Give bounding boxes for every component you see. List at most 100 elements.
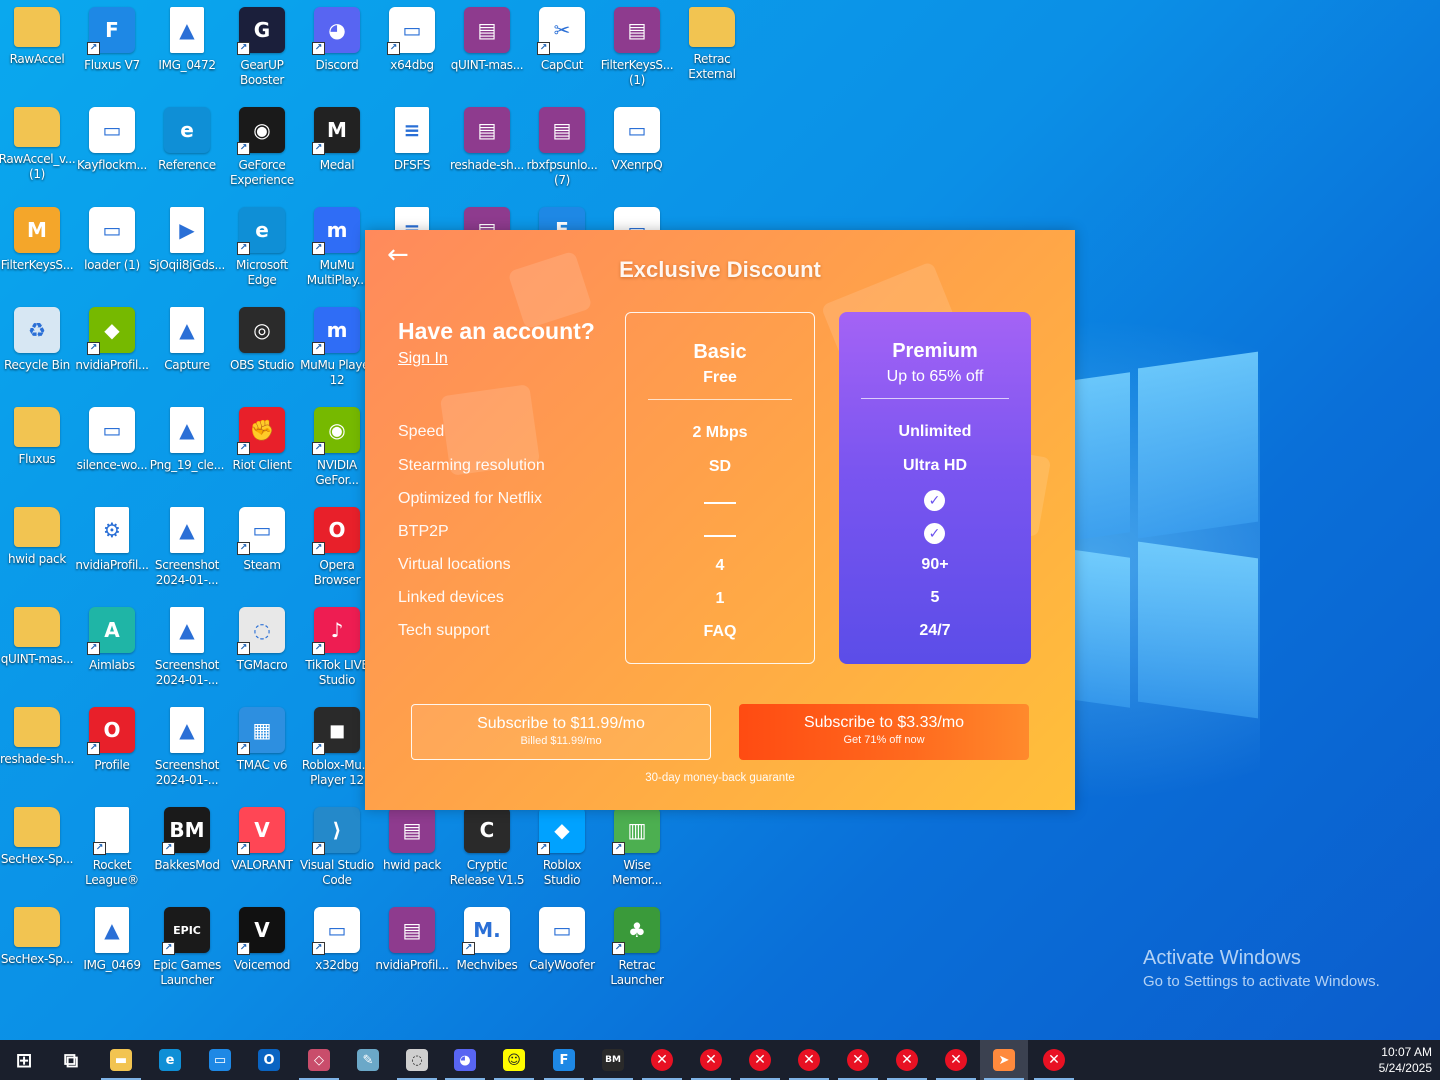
taskbar-error-icon[interactable]: ✕: [883, 1040, 931, 1080]
taskbar-window-app-icon[interactable]: ▭: [196, 1040, 244, 1080]
desktop-icon[interactable]: V ↗ VALORANT: [225, 800, 299, 896]
discord-icon: ◕: [454, 1049, 476, 1071]
taskbar-error-icon[interactable]: ✕: [638, 1040, 686, 1080]
desktop-icon[interactable]: ▭ VXenrpQ: [600, 100, 674, 196]
error-icon: ✕: [896, 1049, 918, 1071]
taskbar-tgmacro-icon[interactable]: ◌: [393, 1040, 441, 1080]
desktop-icon[interactable]: ◉ ↗ GeForce Experience: [225, 100, 299, 196]
taskbar-vpn-app-icon[interactable]: ➤: [980, 1040, 1028, 1080]
desktop-icon[interactable]: hwid pack: [0, 500, 74, 596]
desktop-icon[interactable]: ✂ ↗ CapCut: [525, 0, 599, 96]
desktop-icon[interactable]: ≡ DFSFS: [375, 100, 449, 196]
desktop-icon[interactable]: qUINT-mas...: [0, 600, 74, 696]
desktop-icon[interactable]: ✊ ↗ Riot Client: [225, 400, 299, 496]
desktop-icon[interactable]: C Cryptic Release V1.5: [450, 800, 525, 896]
basic-plan-column[interactable]: Basic Free 2 Mbps SD 4 1 FAQ: [625, 312, 815, 664]
desktop-icon[interactable]: ▭ loader (1): [75, 200, 149, 296]
desktop-icon[interactable]: ◎ OBS Studio: [225, 300, 299, 396]
folder-icon: [14, 407, 60, 447]
desktop-icon[interactable]: A ↗ Aimlabs: [75, 600, 149, 696]
subscribe-basic-button[interactable]: Subscribe to $11.99/mo Billed $11.99/mo: [411, 704, 711, 760]
desktop-icon[interactable]: ▲ IMG_0469: [75, 900, 149, 996]
taskbar-error-icon[interactable]: ✕: [736, 1040, 784, 1080]
desktop-icon[interactable]: ♣ ↗ Retrac Launcher: [600, 900, 674, 996]
desktop-icon[interactable]: M ↗ Medal: [300, 100, 374, 196]
desktop-icon[interactable]: SecHex-Sp...: [0, 900, 74, 996]
desktop-icon[interactable]: ▤ FilterKeysS... (1): [600, 0, 674, 96]
desktop-icon[interactable]: Retrac External: [675, 0, 749, 96]
desktop-icon[interactable]: ▲ Screenshot 2024-01-...: [150, 600, 224, 696]
taskbar-pen-app-icon[interactable]: ✎: [344, 1040, 392, 1080]
premium-plan-column[interactable]: Premium Up to 65% off Unlimited Ultra HD ✓…: [839, 312, 1031, 664]
desktop-icon[interactable]: ▭ silence-wo...: [75, 400, 149, 496]
taskbar-bakkesmod-icon[interactable]: BM: [589, 1040, 637, 1080]
desktop-icon[interactable]: ▭ CalyWoofer: [525, 900, 599, 996]
desktop-icon[interactable]: RawAccel: [0, 0, 74, 96]
taskbar-file-explorer-icon[interactable]: ▬: [97, 1040, 145, 1080]
desktop-icon[interactable]: ◆ ↗ nvidiaProfil...: [75, 300, 149, 396]
desktop-icon[interactable]: ▲ Png_19_cle...: [150, 400, 224, 496]
desktop-icon[interactable]: ◕ ↗ Discord: [300, 0, 374, 96]
gearup-icon: ◇: [308, 1049, 330, 1071]
desktop-icon[interactable]: e Reference: [150, 100, 224, 196]
desktop-icon[interactable]: M FilterKeysS...: [0, 200, 74, 296]
desktop-icon[interactable]: ▶ SjOqii8jGds...: [149, 200, 225, 296]
desktop-icon[interactable]: ↗ Rocket League®: [75, 800, 149, 896]
desktop-icon[interactable]: ▤ nvidiaProfil...: [375, 900, 449, 996]
desktop-icon[interactable]: ▭ Kayflockm...: [75, 100, 149, 196]
desktop-icon[interactable]: ⟩ ↗ Visual Studio Code: [300, 800, 374, 896]
desktop-icon[interactable]: ▤ qUINT-mas...: [450, 0, 524, 96]
taskbar-gearup-icon[interactable]: ◇: [295, 1040, 343, 1080]
desktop-icon[interactable]: ▲ Screenshot 2024-01-...: [150, 700, 224, 796]
desktop-icon[interactable]: ◼ ↗ Roblox-Mu... Player 12: [300, 700, 374, 796]
taskbar-error-icon[interactable]: ✕: [932, 1040, 980, 1080]
desktop-icon[interactable]: O ↗ Profile: [75, 700, 149, 796]
taskbar-discord-icon[interactable]: ◕: [441, 1040, 489, 1080]
system-clock[interactable]: 10:07 AM 5/24/2025: [1379, 1044, 1432, 1076]
taskbar-edge-icon[interactable]: e: [146, 1040, 194, 1080]
desktop-icon[interactable]: Fluxus: [0, 400, 74, 496]
desktop-icon[interactable]: ◌ ↗ TGMacro: [225, 600, 299, 696]
desktop-icon[interactable]: ▭ ↗ Steam: [225, 500, 299, 596]
desktop-icon[interactable]: O ↗ Opera Browser: [300, 500, 374, 596]
desktop-icon[interactable]: ▤ reshade-sh...: [450, 100, 524, 196]
desktop-icon[interactable]: ▲ Capture: [150, 300, 224, 396]
desktop-icon[interactable]: e ↗ Microsoft Edge: [225, 200, 299, 296]
desktop-icon[interactable]: ▤ hwid pack: [375, 800, 449, 896]
desktop-icon[interactable]: ▦ ↗ TMAC v6: [225, 700, 299, 796]
task-view-icon: ⧉: [63, 1048, 79, 1072]
desktop-icon[interactable]: ◉ ↗ NVIDIA GeFor...: [300, 400, 374, 496]
desktop-icon[interactable]: ⚙ nvidiaProfil...: [75, 500, 149, 596]
desktop-icon[interactable]: F ↗ Fluxus V7: [75, 0, 149, 96]
desktop-icon[interactable]: G ↗ GearUP Booster: [225, 0, 299, 96]
sign-in-link[interactable]: Sign In: [398, 350, 448, 368]
desktop-icon[interactable]: RawAccel_v... (1): [0, 100, 76, 196]
taskbar-snapchat-icon[interactable]: ☺: [490, 1040, 538, 1080]
desktop-icon[interactable]: V ↗ Voicemod: [225, 900, 299, 996]
taskbar-error-icon[interactable]: ✕: [785, 1040, 833, 1080]
taskbar-outlook-icon[interactable]: O: [245, 1040, 293, 1080]
desktop-icon[interactable]: SecHex-Sp...: [0, 800, 74, 896]
desktop-icon[interactable]: ▲ IMG_0472: [150, 0, 224, 96]
desktop-icon[interactable]: ▥ ↗ Wise Memor...: [600, 800, 674, 896]
desktop-icon[interactable]: m ↗ MuMu Player 12: [300, 300, 374, 396]
desktop-icon[interactable]: m ↗ MuMu MultiPlay...: [300, 200, 374, 296]
desktop-icon[interactable]: ♻ Recycle Bin: [0, 300, 74, 396]
taskbar-fluxus-icon[interactable]: F: [540, 1040, 588, 1080]
taskbar-start-icon[interactable]: ⊞: [0, 1040, 48, 1080]
desktop-icon[interactable]: ▭ ↗ x64dbg: [375, 0, 449, 96]
desktop-icon[interactable]: ▭ ↗ x32dbg: [300, 900, 374, 996]
desktop-icon[interactable]: EPIC ↗ Epic Games Launcher: [150, 900, 224, 996]
subscribe-premium-button[interactable]: Subscribe to $3.33/mo Get 71% off now: [739, 704, 1029, 760]
desktop-icon[interactable]: ▲ Screenshot 2024-01-...: [150, 500, 224, 596]
desktop-icon[interactable]: ♪ ↗ TikTok LIVE Studio: [300, 600, 374, 696]
taskbar-task-view-icon[interactable]: ⧉: [47, 1040, 95, 1080]
desktop-icon[interactable]: reshade-sh...: [0, 700, 74, 796]
taskbar-error-icon[interactable]: ✕: [1030, 1040, 1078, 1080]
desktop-icon[interactable]: ▤ rbxfpsunlo... (7): [525, 100, 599, 196]
taskbar-error-icon[interactable]: ✕: [687, 1040, 735, 1080]
desktop-icon[interactable]: BM ↗ BakkesMod: [150, 800, 224, 896]
desktop-icon[interactable]: M. ↗ Mechvibes: [450, 900, 524, 996]
desktop-icon[interactable]: ◆ ↗ Roblox Studio: [525, 800, 599, 896]
taskbar-error-icon[interactable]: ✕: [834, 1040, 882, 1080]
